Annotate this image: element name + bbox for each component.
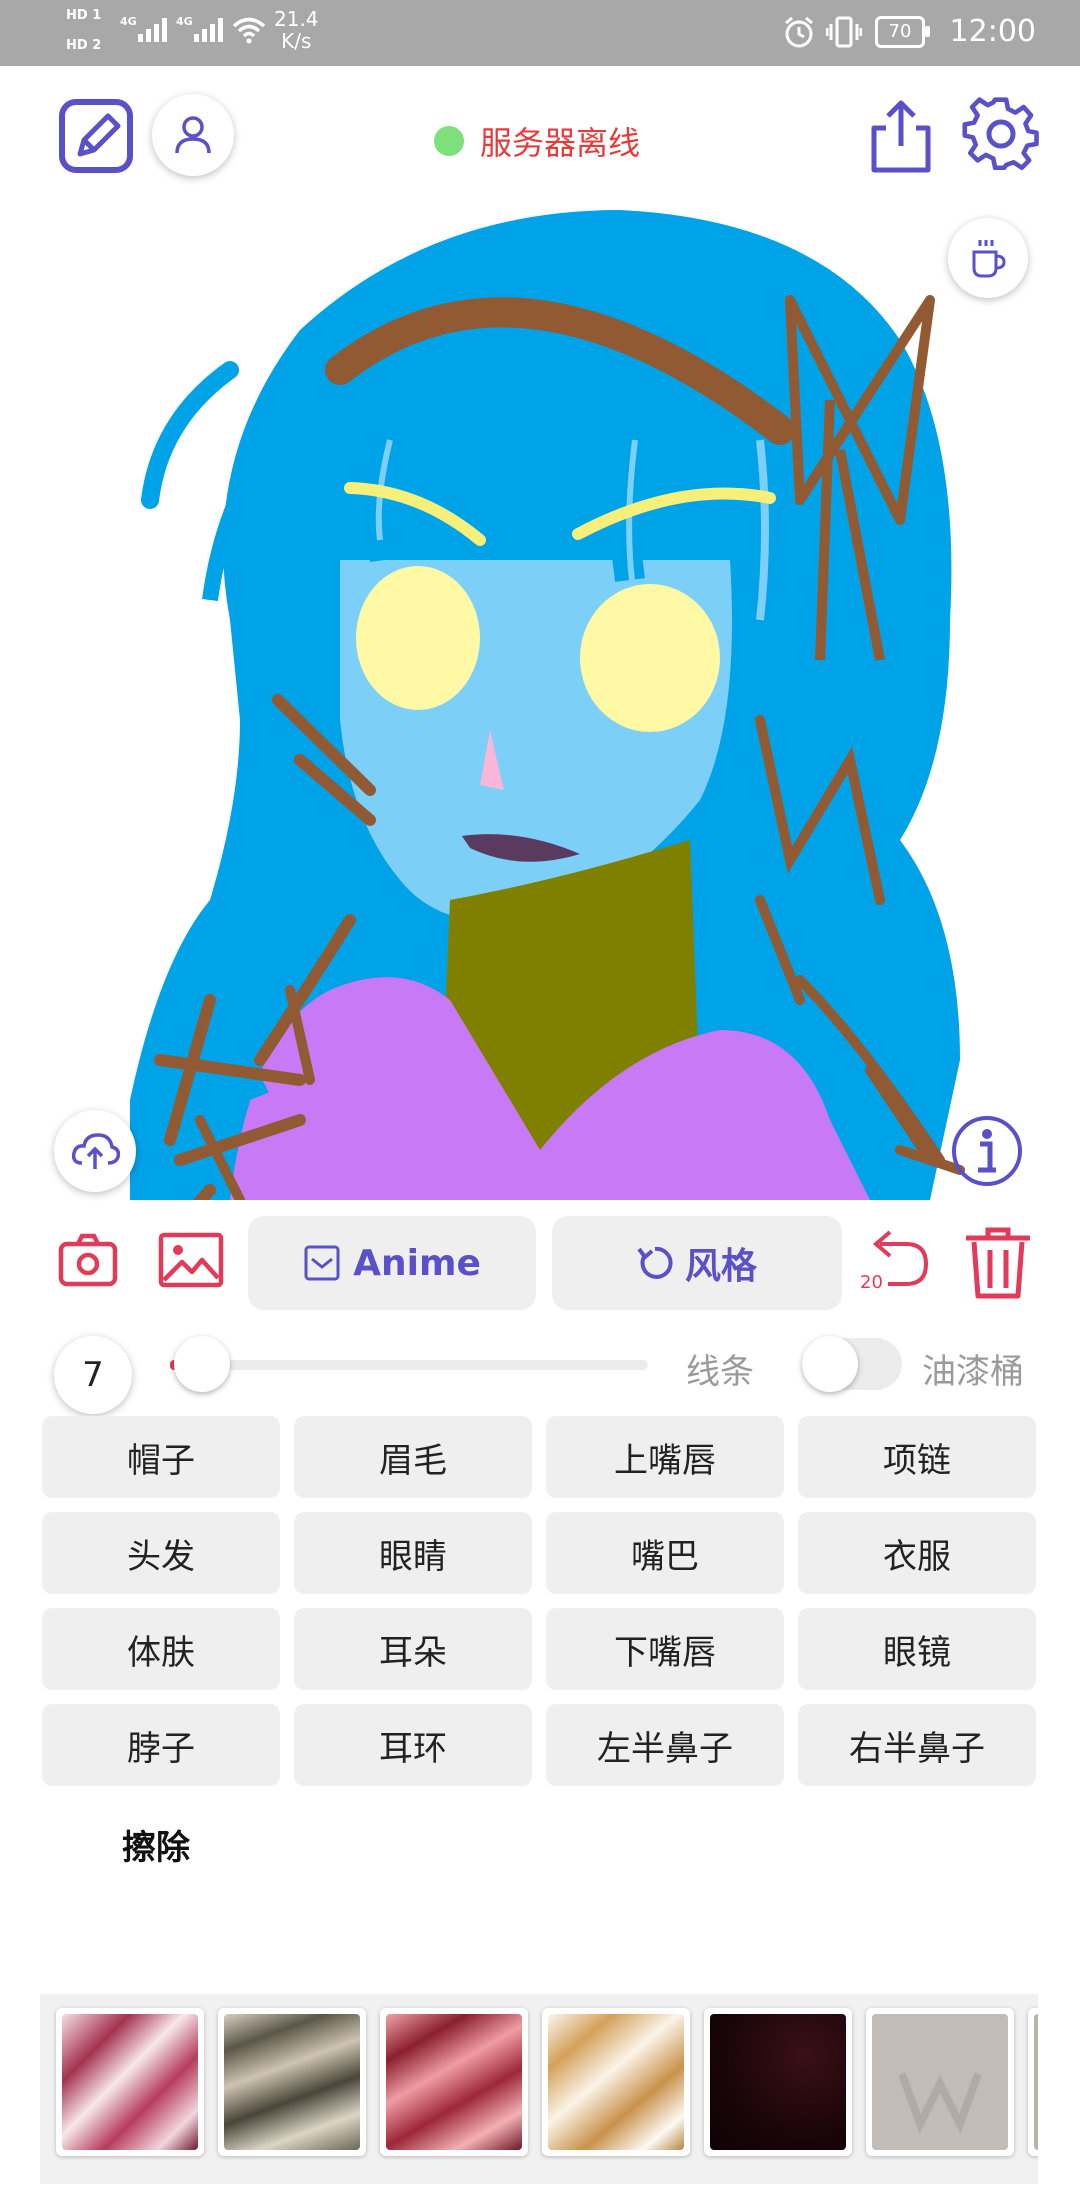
part-button-eyes[interactable]: 眼睛 bbox=[294, 1512, 532, 1594]
coffee-button[interactable] bbox=[948, 218, 1028, 298]
slider-thumb[interactable] bbox=[174, 1336, 230, 1392]
alarm-icon bbox=[785, 16, 813, 48]
style-button[interactable]: 风格 bbox=[552, 1216, 842, 1310]
part-button-right-nose[interactable]: 右半鼻子 bbox=[798, 1704, 1036, 1786]
part-button-glasses[interactable]: 眼镜 bbox=[798, 1608, 1036, 1690]
brush-size-indicator: 7 bbox=[54, 1336, 132, 1414]
swatch-image bbox=[548, 2014, 684, 2150]
gallery-button[interactable] bbox=[158, 1232, 224, 1288]
delete-button[interactable] bbox=[962, 1226, 1034, 1300]
net-type-2: 4G bbox=[176, 15, 193, 28]
part-button-upper-lip[interactable]: 上嘴唇 bbox=[546, 1416, 784, 1498]
settings-button[interactable] bbox=[962, 96, 1040, 174]
part-button-lower-lip[interactable]: 下嘴唇 bbox=[546, 1608, 784, 1690]
camera-button[interactable] bbox=[58, 1232, 118, 1288]
server-status-text: 服务器离线 bbox=[480, 124, 641, 162]
refresh-icon bbox=[637, 1246, 673, 1279]
part-button-eyebrows[interactable]: 眉毛 bbox=[294, 1416, 532, 1498]
swatch-item[interactable] bbox=[542, 2008, 690, 2156]
coffee-icon bbox=[972, 240, 1006, 278]
swatch-item[interactable] bbox=[380, 2008, 528, 2156]
part-button-hair[interactable]: 头发 bbox=[42, 1512, 280, 1594]
swatch-item[interactable] bbox=[56, 2008, 204, 2156]
clock: 12:00 bbox=[949, 14, 1036, 49]
swatch-image bbox=[1034, 2014, 1038, 2150]
lines-label: 线条 bbox=[686, 1352, 754, 1392]
checkbox-icon bbox=[304, 1245, 340, 1281]
camera-icon bbox=[58, 1233, 118, 1287]
vibrate-icon bbox=[826, 16, 862, 48]
status-bar: HD 1 HD 2 4G 4G 21.4 K/s 70 12:00 bbox=[0, 0, 1080, 66]
profile-button[interactable] bbox=[152, 94, 234, 176]
edit-icon bbox=[59, 99, 133, 173]
part-button-mouth[interactable]: 嘴巴 bbox=[546, 1512, 784, 1594]
net-type-1: 4G bbox=[120, 15, 137, 28]
swatch-image bbox=[872, 2014, 1008, 2150]
cloud-upload-icon bbox=[71, 1133, 120, 1169]
brush-size-slider[interactable] bbox=[178, 1360, 648, 1370]
sim1-indicator: HD 1 bbox=[66, 8, 102, 23]
part-button-earrings[interactable]: 耳环 bbox=[294, 1704, 532, 1786]
signal-icon bbox=[138, 18, 170, 42]
swatch-strip[interactable] bbox=[40, 1994, 1038, 2184]
bucket-label: 油漆桶 bbox=[922, 1352, 1024, 1392]
part-button-neck[interactable]: 脖子 bbox=[42, 1704, 280, 1786]
undo-count: 20 bbox=[860, 1272, 883, 1293]
signal-icon-2 bbox=[194, 18, 226, 42]
image-icon bbox=[158, 1232, 224, 1288]
swatch-image bbox=[62, 2014, 198, 2150]
swatch-image bbox=[224, 2014, 360, 2150]
swatch-item[interactable] bbox=[866, 2008, 1014, 2156]
part-button-hat[interactable]: 帽子 bbox=[42, 1416, 280, 1498]
anime-button[interactable]: Anime bbox=[248, 1216, 536, 1310]
server-status: 服务器离线 bbox=[434, 118, 640, 164]
upload-button[interactable] bbox=[54, 1110, 136, 1192]
part-button-clothes[interactable]: 衣服 bbox=[798, 1512, 1036, 1594]
wifi-icon bbox=[232, 17, 266, 44]
part-button-ears[interactable]: 耳朵 bbox=[294, 1608, 532, 1690]
battery-icon: 70 bbox=[875, 16, 930, 48]
drawing-artwork bbox=[124, 210, 965, 1286]
share-icon bbox=[871, 100, 931, 173]
bucket-toggle[interactable] bbox=[802, 1336, 902, 1392]
info-icon bbox=[952, 1116, 1022, 1186]
status-dot bbox=[434, 126, 464, 156]
net-speed: 21.4 K/s bbox=[274, 7, 319, 53]
sim2-indicator: HD 2 bbox=[66, 38, 102, 53]
toggle-knob bbox=[802, 1336, 858, 1392]
swatch-item[interactable] bbox=[218, 2008, 366, 2156]
part-button-necklace[interactable]: 项链 bbox=[798, 1416, 1036, 1498]
erase-button[interactable]: 擦除 bbox=[122, 1820, 190, 1869]
trash-icon bbox=[966, 1227, 1030, 1299]
share-button[interactable] bbox=[868, 98, 934, 174]
style-label: 风格 bbox=[684, 1246, 757, 1287]
part-button-skin[interactable]: 体肤 bbox=[42, 1608, 280, 1690]
part-button-left-nose[interactable]: 左半鼻子 bbox=[546, 1704, 784, 1786]
edit-button[interactable] bbox=[58, 98, 134, 174]
undo-button[interactable]: 20 bbox=[858, 1228, 934, 1298]
watermark-icon bbox=[898, 2072, 982, 2135]
gear-icon bbox=[962, 97, 1039, 171]
swatch-image bbox=[386, 2014, 522, 2150]
info-button[interactable] bbox=[950, 1114, 1024, 1188]
drawing-canvas[interactable] bbox=[0, 200, 1080, 1286]
swatch-image bbox=[710, 2014, 846, 2150]
user-icon bbox=[175, 116, 211, 154]
anime-label: Anime bbox=[353, 1242, 481, 1284]
swatch-item[interactable] bbox=[704, 2008, 852, 2156]
swatch-item[interactable] bbox=[1028, 2008, 1038, 2156]
